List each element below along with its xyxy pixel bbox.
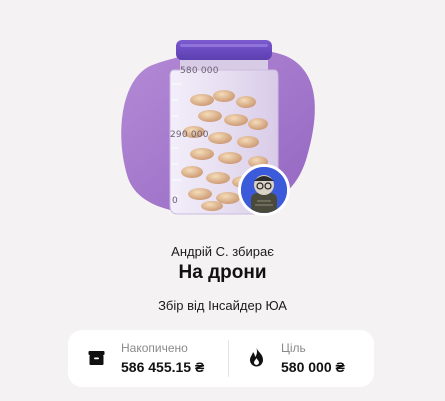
campaign-title: На дрони [178,262,267,283]
campaign-stats-card: Накопичено 586 455.15 ₴ Ціль 580 000 ₴ [68,330,374,387]
goal-label: Ціль [281,341,306,355]
collected-label: Накопичено [121,341,188,355]
campaign-organizer: Збір від Інсайдер ЮА [158,298,287,313]
jar-scale-top: 580 000 [180,66,219,76]
jar-scale-bottom: 0 [172,196,178,206]
stats-divider [228,340,229,377]
goal-value: 580 000 ₴ [281,359,345,375]
collector-name: Андрій С. збирає [171,244,274,259]
archive-box-icon [88,350,105,371]
collector-avatar [238,164,290,216]
avatar-illustration [241,167,287,213]
fire-icon [249,348,264,372]
jar-hero: 580 000 290 000 0 [0,0,445,230]
jar-scale-mid: 290 000 [170,130,209,140]
collected-value: 586 455.15 ₴ [121,359,205,375]
